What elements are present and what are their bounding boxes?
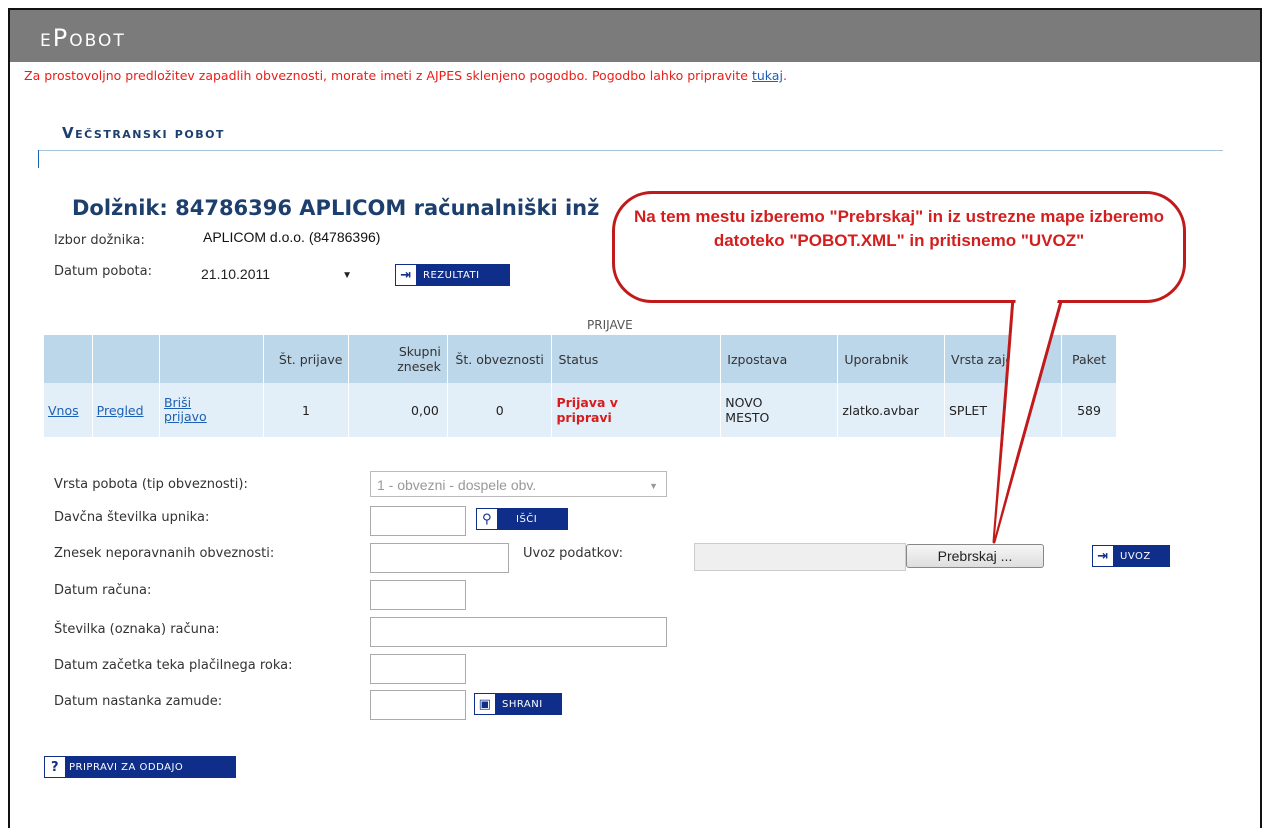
callout-tail-fill bbox=[995, 296, 1059, 536]
callout-text: Na tem mestu izberemo "Prebrskaj" in iz … bbox=[633, 207, 1165, 250]
callout-tail-cover bbox=[995, 296, 1059, 536]
